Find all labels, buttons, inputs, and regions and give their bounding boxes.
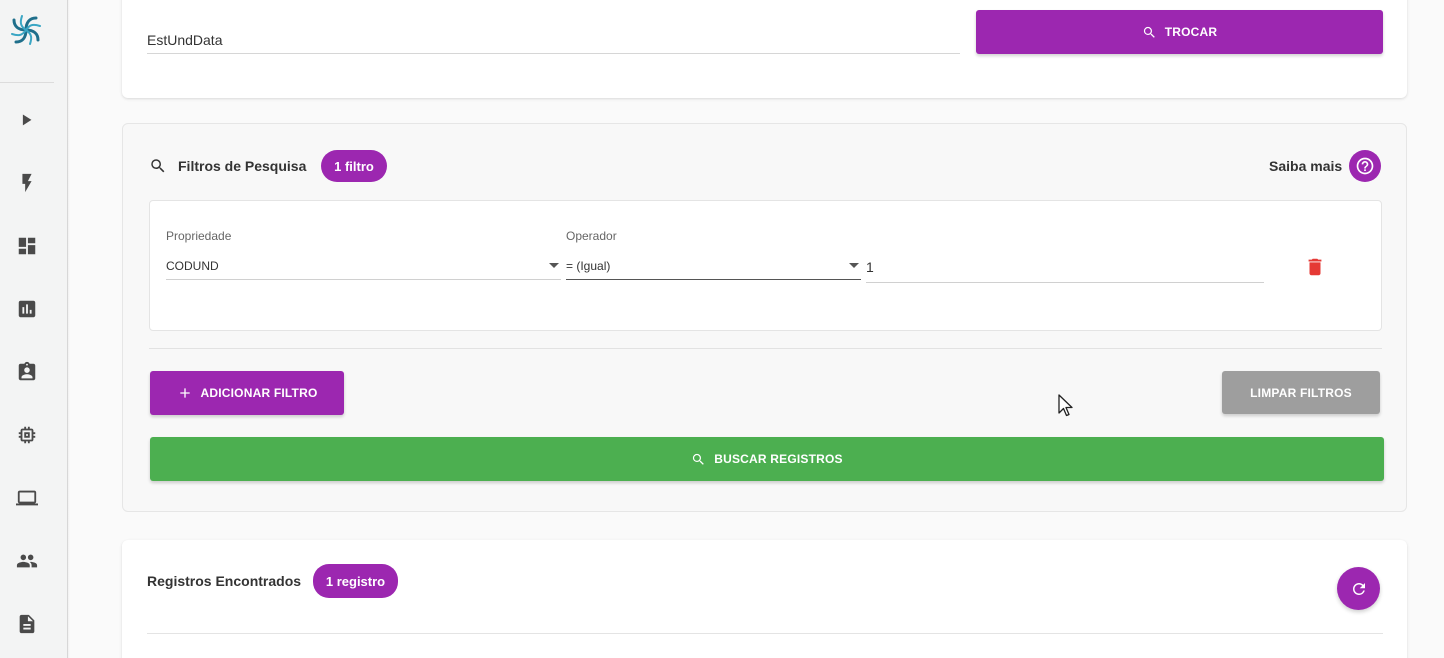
search-icon — [1143, 26, 1155, 38]
sidebar-divider — [0, 82, 54, 83]
chevron-down-icon — [849, 263, 859, 268]
refresh-icon — [1352, 582, 1365, 595]
results-divider — [147, 633, 1383, 634]
plus-icon — [179, 388, 190, 398]
search-records-button[interactable]: BUSCAR REGISTROS — [150, 437, 1384, 481]
chip-icon[interactable] — [14, 422, 40, 448]
filter-count-badge: 1 filtro — [321, 150, 387, 182]
mouse-cursor-icon — [1058, 394, 1073, 417]
add-filter-label: ADICIONAR FILTRO — [200, 386, 318, 400]
search-records-label: BUSCAR REGISTROS — [714, 452, 843, 466]
trash-icon — [1308, 258, 1322, 276]
property-label: Propriedade — [166, 229, 232, 243]
laptop-icon[interactable] — [14, 485, 40, 511]
app-logo[interactable] — [8, 12, 44, 48]
operator-value: = (Igual) — [566, 258, 611, 273]
delete-filter-button[interactable] — [1304, 256, 1326, 278]
chevron-down-icon — [549, 263, 559, 268]
help-icon — [1356, 157, 1374, 175]
sidebar — [0, 0, 70, 658]
lightning-icon[interactable] — [14, 170, 40, 196]
results-title: Registros Encontrados — [147, 573, 302, 589]
add-filter-button[interactable]: ADICIONAR FILTRO — [150, 371, 344, 415]
filter-value-input[interactable]: 1 — [866, 251, 1264, 283]
operator-label: Operador — [566, 229, 617, 243]
help-button[interactable] — [1349, 150, 1381, 182]
table-selector-card: TROCAR — [122, 0, 1407, 98]
document-icon[interactable] — [14, 611, 40, 637]
clipboard-user-icon[interactable] — [14, 359, 40, 385]
property-select[interactable]: CODUND — [166, 252, 561, 280]
trocar-button[interactable]: TROCAR — [976, 10, 1383, 54]
chart-icon[interactable] — [14, 296, 40, 322]
search-icon — [693, 453, 705, 465]
filters-divider — [149, 348, 1382, 349]
filter-row: Propriedade CODUND Operador = (Igual) 1 — [149, 200, 1382, 331]
clear-filters-button[interactable]: LIMPAR FILTROS — [1222, 371, 1380, 414]
search-icon — [151, 159, 165, 173]
table-name-input[interactable] — [147, 26, 960, 54]
help-label[interactable]: Saiba mais — [1269, 158, 1342, 174]
property-value: CODUND — [166, 258, 219, 273]
filters-card: Filtros de Pesquisa 1 filtro Saiba mais … — [122, 123, 1407, 512]
results-count-badge: 1 registro — [313, 564, 398, 598]
results-card: Registros Encontrados 1 registro — [122, 540, 1407, 658]
filters-title: Filtros de Pesquisa — [178, 158, 307, 174]
dashboard-icon[interactable] — [14, 233, 40, 259]
play-icon[interactable] — [14, 107, 40, 133]
clear-filters-label: LIMPAR FILTROS — [1250, 385, 1352, 400]
trocar-button-label: TROCAR — [1164, 25, 1218, 39]
operator-select[interactable]: = (Igual) — [566, 252, 861, 280]
refresh-button[interactable] — [1337, 567, 1380, 610]
people-icon[interactable] — [14, 548, 40, 574]
